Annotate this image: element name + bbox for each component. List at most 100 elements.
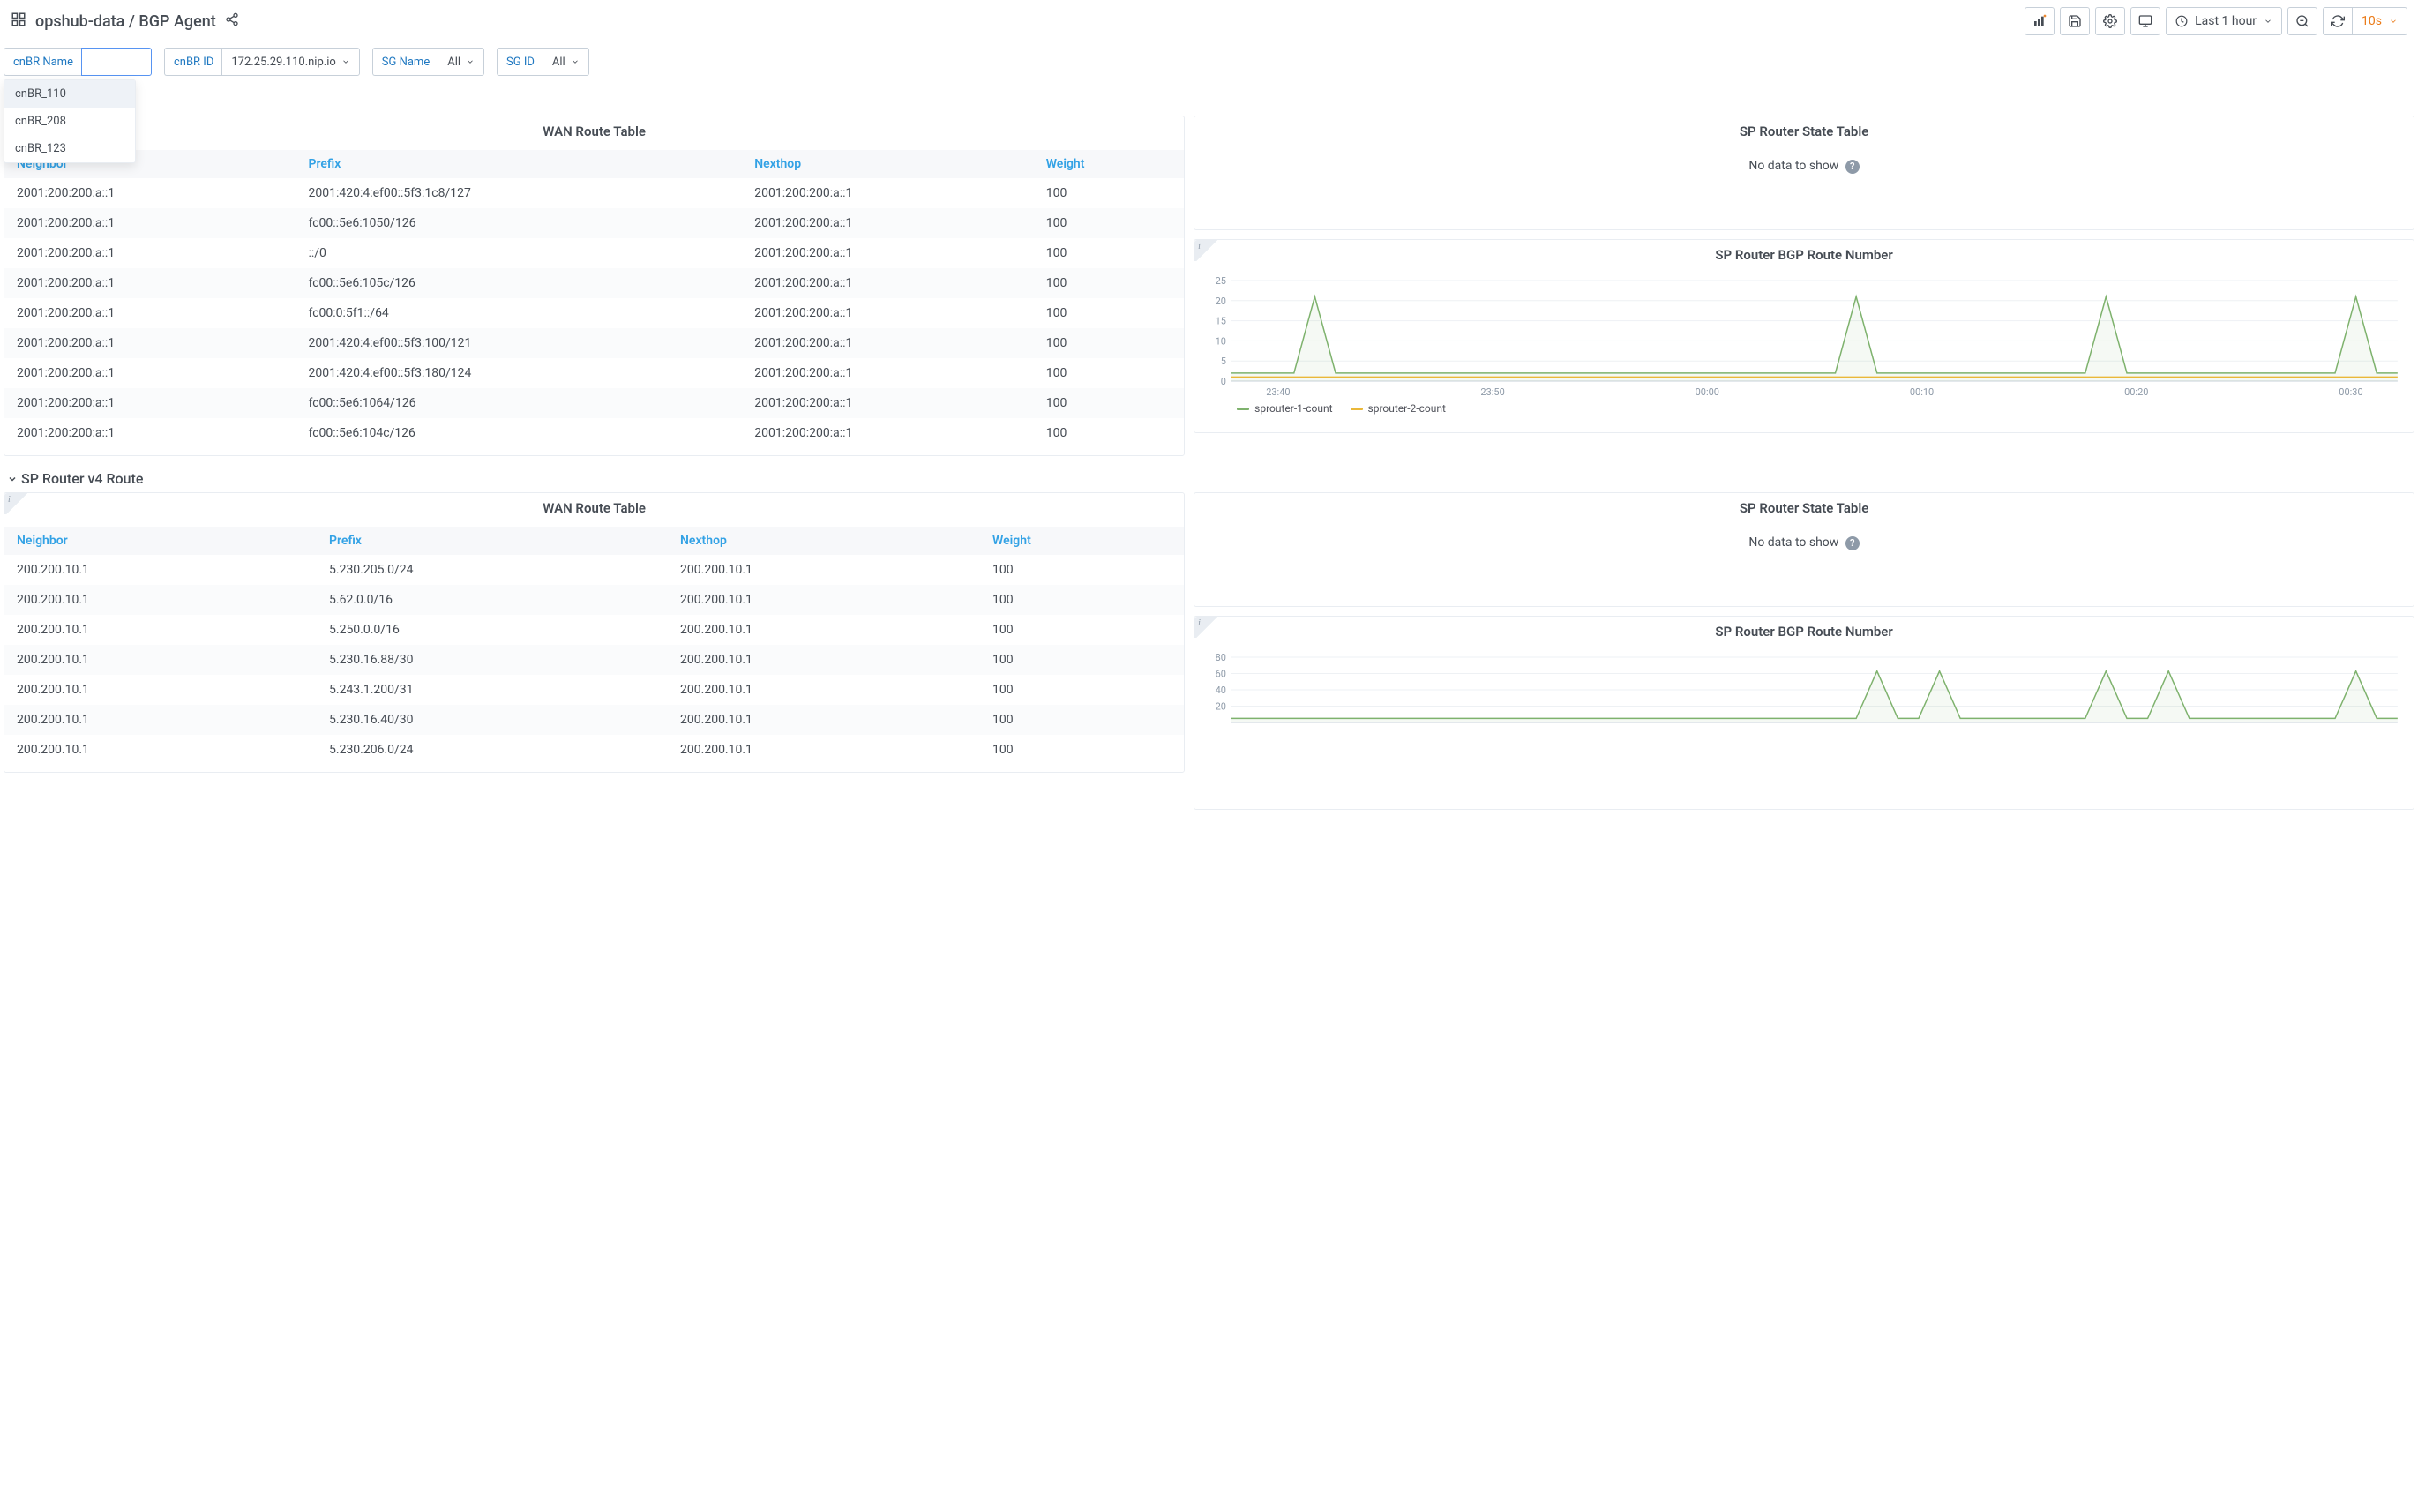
panel-info-corner[interactable]: i [1194,240,1219,261]
time-range-label: Last 1 hour [2195,14,2257,28]
breadcrumb[interactable]: opshub-data / BGP Agent [35,12,216,31]
variable-bar: cnBR Name cnBR_110 cnBR_208 cnBR_123 cnB… [0,42,2418,88]
col-prefix[interactable]: Prefix [296,150,742,178]
chevron-down-icon [7,474,18,484]
svg-text:60: 60 [1216,669,1226,680]
refresh-interval-picker[interactable]: 10s [2353,7,2407,35]
svg-text:00:00: 00:00 [1696,386,1719,398]
table-row: 2001:200:200:a::1fc00::5e6:105c/1262001:… [4,268,1184,298]
chart-legend: sprouter-1-count sprouter-2-count [1202,399,2405,416]
col-neighbor[interactable]: Neighbor [4,527,317,555]
svg-text:20: 20 [1216,296,1226,307]
panel-bgp-route-number-v4: i SP Router BGP Route Number 20406080 [1194,616,2414,810]
svg-text:15: 15 [1216,316,1226,327]
save-button[interactable] [2060,7,2090,35]
svg-text:00:20: 00:20 [2124,386,2148,398]
var-cnbr-id-value: 172.25.29.110.nip.io [231,56,335,69]
table-row: 2001:200:200:a::1fc00::5e6:1064/1262001:… [4,388,1184,418]
chevron-down-icon [2264,17,2272,26]
chevron-down-icon [466,57,475,66]
dropdown-option[interactable]: cnBR_123 [4,135,135,162]
page-header: opshub-data / BGP Agent Last 1 hour [0,0,2418,42]
table-row: 200.200.10.15.230.205.0/24200.200.10.110… [4,555,1184,585]
panel-title: WAN Route Table [4,493,1184,523]
table-row: 200.200.10.15.230.206.0/24200.200.10.110… [4,735,1184,765]
var-sg-id-select[interactable]: All [543,48,589,76]
table-row: 2001:200:200:a::12001:420:4:ef00::5f3:18… [4,358,1184,388]
dropdown-option[interactable]: cnBR_110 [4,80,135,108]
var-sg-name-label: SG Name [372,48,438,76]
svg-text:23:50: 23:50 [1481,386,1505,398]
panel-wan-route-v4: i WAN Route Table Neighbor Prefix Nextho… [4,492,1185,773]
time-range-picker[interactable]: Last 1 hour [2166,7,2282,35]
var-cnbr-name-label: cnBR Name [4,48,82,76]
table-row: 200.200.10.15.243.1.200/31200.200.10.110… [4,675,1184,705]
svg-text:40: 40 [1216,685,1226,696]
panel-info-corner[interactable]: i [4,493,29,514]
table-row: 2001:200:200:a::1fc00::5e6:104c/1262001:… [4,418,1184,448]
chevron-down-icon [571,57,580,66]
cnbr-name-dropdown: cnBR_110 cnBR_208 cnBR_123 [4,79,136,163]
table-row: 2001:200:200:a::1::/02001:200:200:a::110… [4,238,1184,268]
no-data-message: No data to show ? [1194,146,2414,209]
refresh-interval-label: 10s [2362,14,2382,28]
col-nexthop[interactable]: Nexthop [668,527,980,555]
header-left: opshub-data / BGP Agent [11,11,239,31]
chart-v6-svg: 0 5 10 15 20 25 23:40 23:50 00:00 00:10 00:20 00:30 [1202,275,2405,399]
table-row: 200.200.10.15.62.0.0/16200.200.10.1100 [4,585,1184,615]
panel-title: SP Router State Table [1194,116,2414,146]
panel-sp-router-state-v4: SP Router State Table No data to show ? [1194,492,2414,607]
chart-area[interactable]: 20 40 60 80 [1194,647,2414,747]
header-toolbar: Last 1 hour 10s [2025,7,2407,35]
legend-item[interactable]: sprouter-1-count [1237,402,1332,415]
panel-sp-router-state-v6: SP Router State Table No data to show ? [1194,116,2414,230]
svg-text:00:10: 00:10 [1910,386,1934,398]
col-prefix[interactable]: Prefix [317,527,668,555]
apps-icon[interactable] [11,11,26,31]
refresh-button[interactable] [2323,7,2353,35]
table-row: 2001:200:200:a::1fc00:0:5f1::/642001:200… [4,298,1184,328]
zoom-out-button[interactable] [2287,7,2317,35]
var-cnbr-name-input[interactable] [81,48,152,76]
chart-area[interactable]: 0 5 10 15 20 25 23:40 23:50 00:00 00:10 00:20 00:30… [1194,270,2414,423]
clock-icon [2175,15,2188,27]
settings-button[interactable] [2095,7,2125,35]
legend-item[interactable]: sprouter-2-count [1351,402,1446,415]
svg-text:0: 0 [1221,376,1226,387]
var-sg-name-select[interactable]: All [438,48,484,76]
svg-text:25: 25 [1216,275,1226,287]
table-row: 2001:200:200:a::1fc00::5e6:1050/1262001:… [4,208,1184,238]
share-icon[interactable] [225,12,239,30]
var-cnbr-id: cnBR ID 172.25.29.110.nip.io [164,48,360,76]
panel-wan-route-v6: i WAN Route Table Neighbor Prefix Nextho… [4,116,1185,456]
svg-text:00:30: 00:30 [2339,386,2362,398]
section-sp-router-v4-toggle[interactable]: SP Router v4 Route [0,465,2418,492]
svg-text:23:40: 23:40 [1266,386,1290,398]
col-weight[interactable]: Weight [980,527,1184,555]
var-cnbr-id-select[interactable]: 172.25.29.110.nip.io [221,48,359,76]
section-sp-router-v4-body: i WAN Route Table Neighbor Prefix Nextho… [0,492,2418,819]
panel-title: SP Router BGP Route Number [1194,240,2414,270]
add-panel-button[interactable] [2025,7,2055,35]
svg-text:10: 10 [1216,335,1226,347]
wan-v4-body: 200.200.10.15.230.205.0/24200.200.10.110… [4,555,1184,765]
help-icon[interactable]: ? [1845,160,1860,174]
table-row: 2001:200:200:a::12001:420:4:ef00::5f3:10… [4,328,1184,358]
dropdown-option[interactable]: cnBR_208 [4,108,135,135]
help-icon[interactable]: ? [1845,536,1860,550]
svg-text:20: 20 [1216,700,1226,712]
section-sp-router-v6-toggle[interactable]: SP Router [0,88,2418,116]
table-row: 200.200.10.15.230.16.40/30200.200.10.110… [4,705,1184,735]
var-sg-name-value: All [447,56,460,69]
var-sg-id-value: All [552,56,565,69]
wan-v6-body: 2001:200:200:a::12001:420:4:ef00::5f3:1c… [4,178,1184,448]
panel-info-corner[interactable]: i [1194,617,1219,638]
chart-v4-svg: 20 40 60 80 [1202,652,2405,740]
section-title: SP Router v4 Route [21,470,143,487]
col-weight[interactable]: Weight [1034,150,1184,178]
tv-mode-button[interactable] [2130,7,2160,35]
col-nexthop[interactable]: Nexthop [742,150,1033,178]
svg-text:5: 5 [1221,356,1226,367]
svg-text:80: 80 [1216,652,1226,663]
table-row: 200.200.10.15.230.16.88/30200.200.10.110… [4,645,1184,675]
